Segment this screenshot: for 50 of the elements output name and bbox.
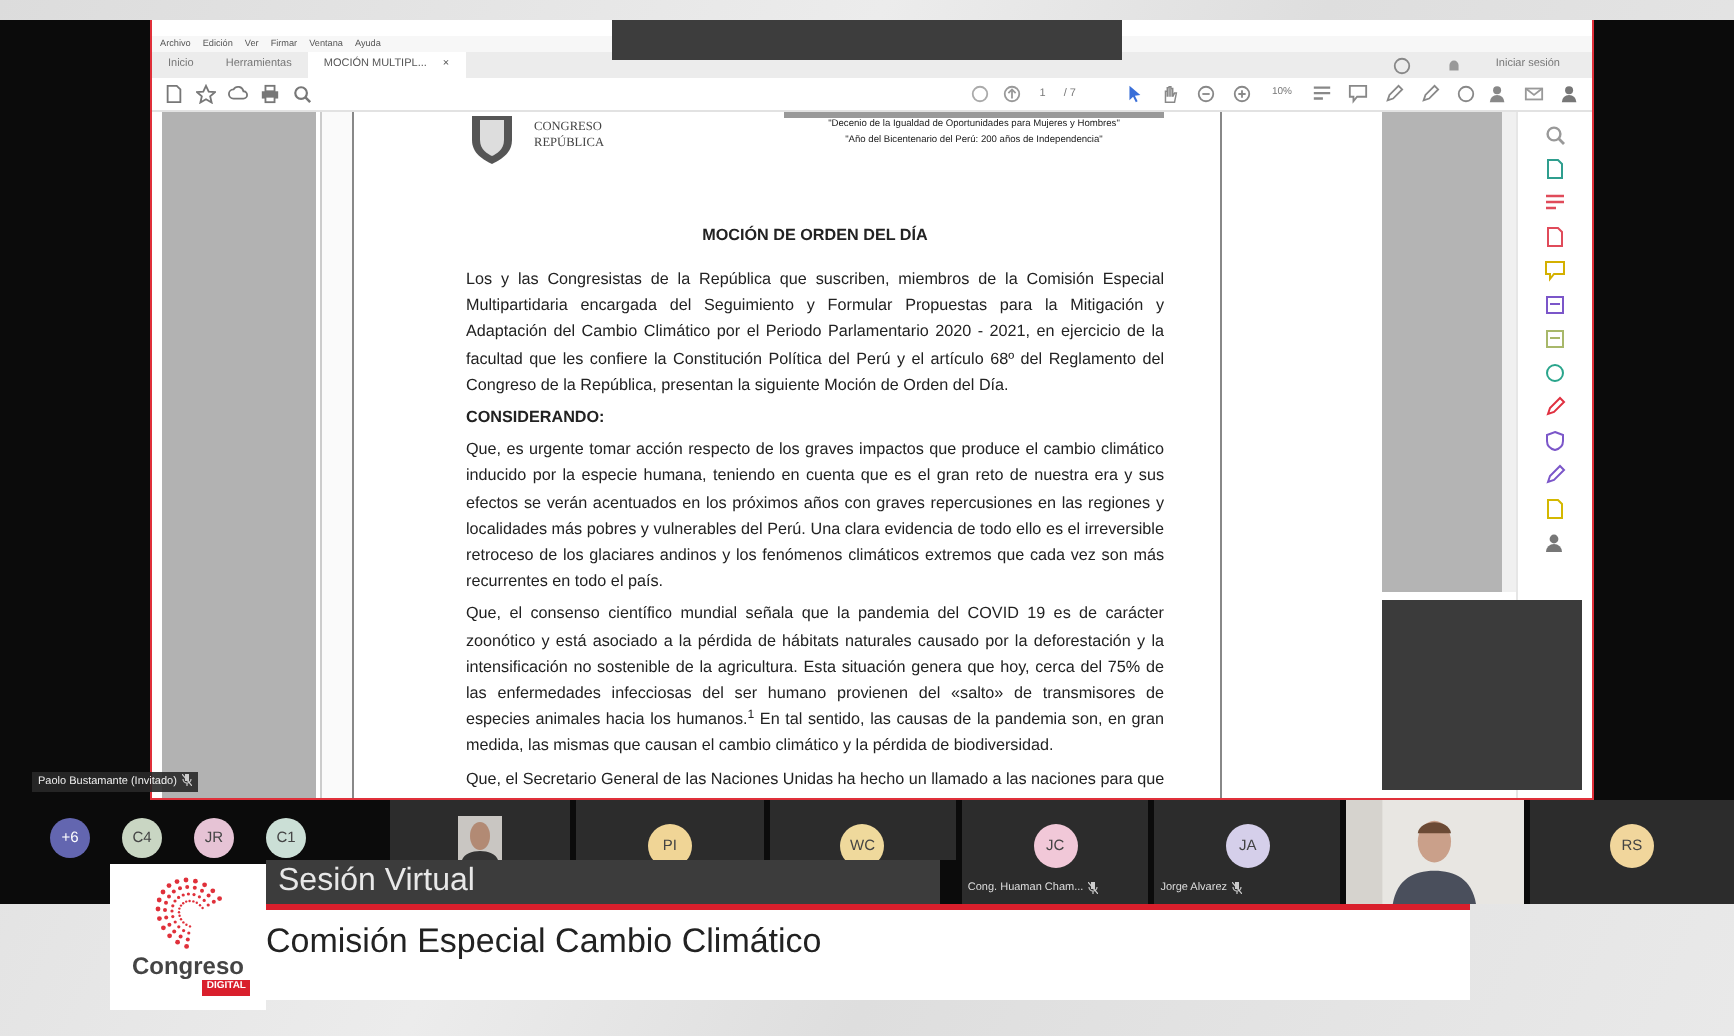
star-icon[interactable] bbox=[196, 84, 216, 104]
pen-icon[interactable] bbox=[1384, 84, 1404, 104]
fit-icon[interactable] bbox=[1312, 84, 1332, 104]
zoom-in-icon[interactable] bbox=[1231, 84, 1252, 104]
paragraph: Que, el consenso científico mundial señala que la pandemia del COVID 19 es de carácter zoonótico y está asociado a la pérdida de hábitats naturales causado por la deforestación y la intensificación no sostenible de la agricultura. Esta situación genera que hoy, cerca del 75% de las enfermedades infecciosas del ser humano provienen del «salto» de transmisores de especies animales hacia los humanos.$^{1}$ En tal sentido, las causas de la pandemia son, en gran medida, las mismas que causan el cambio climático y la pérdida de biodiversidad. bbox=[466, 602, 1164, 759]
search-icon[interactable] bbox=[1543, 124, 1565, 146]
stamp-icon[interactable] bbox=[1456, 84, 1476, 104]
paragraph: Que, es urgente tomar acción respecto de los graves impactos que produce el cambio climático inducido por la especie humana, teniendo en cuenta que es el gran reto de nuestra era y sus efectos se verán acentuados en los próximos años con graves repercusiones en las regiones y localidades más pobres y vulnerables del Perú. Una clara evidencia de todo ello es el irreversible retroceso de los glaciares andinos y los fenómenos climáticos extremos que cada vez son más recurrentes en todo el país. bbox=[466, 438, 1164, 595]
pen-icon[interactable] bbox=[1543, 396, 1565, 418]
print-icon[interactable] bbox=[260, 84, 280, 104]
pointer-icon[interactable] bbox=[1123, 84, 1144, 104]
shield-icon[interactable] bbox=[1543, 430, 1565, 452]
help-icon[interactable] bbox=[1391, 55, 1412, 75]
hand-icon[interactable] bbox=[1159, 84, 1180, 104]
bell-icon[interactable] bbox=[1443, 55, 1464, 75]
caption-subtitle: Comisión Especial Cambio Climático bbox=[266, 910, 1470, 1000]
page-thumbnail[interactable] bbox=[1382, 112, 1502, 592]
paragraph: Los y las Congresistas de la República que suscriben, miembros de la Comisión Especial Multipartidaria encargada del Seguimiento y Formular Propuestas para la Mitigación y Adaptación del Cambio Climático por el Periodo Parlamentario 2020 - 2021, en ejercicio de la facultad que les confiere la Constitución Política del Perú y el artículo 68º del Reglamento del Congreso de la República, presentan la siguiente Moción de Orden del Día. bbox=[466, 268, 1164, 398]
mail-icon[interactable] bbox=[1524, 84, 1544, 104]
participant-tile[interactable] bbox=[389, 800, 571, 860]
logo-text: Congreso bbox=[131, 954, 244, 980]
document-icon[interactable] bbox=[1543, 226, 1565, 248]
circle-icon[interactable] bbox=[1543, 362, 1565, 384]
cloud-icon[interactable] bbox=[228, 84, 248, 104]
document-title: MOCIÓN DE ORDEN DEL DÍA bbox=[700, 224, 930, 246]
save-icon[interactable] bbox=[164, 84, 184, 104]
mic-off-icon bbox=[182, 774, 193, 787]
comment-icon[interactable] bbox=[1543, 260, 1565, 282]
comment-icon[interactable] bbox=[1348, 84, 1368, 104]
document-icon[interactable] bbox=[1543, 158, 1565, 180]
paragraph: Que, el Secretario General de las Naciones Unidas ha hecho un llamado a las naciones para que bbox=[466, 767, 1164, 792]
scrollbar[interactable] bbox=[1502, 112, 1516, 592]
form-icon[interactable] bbox=[1543, 328, 1565, 350]
search-icon[interactable] bbox=[292, 84, 312, 104]
mic-off-icon bbox=[1087, 881, 1098, 894]
section-heading: CONSIDERANDO: bbox=[466, 406, 607, 431]
form-icon[interactable] bbox=[1543, 294, 1565, 316]
person-icon[interactable] bbox=[1560, 84, 1580, 104]
caption-title: Sesión Virtual bbox=[266, 860, 940, 904]
sign-icon[interactable] bbox=[1420, 84, 1440, 104]
help-icon[interactable] bbox=[969, 84, 990, 104]
share-icon[interactable] bbox=[1488, 84, 1508, 104]
document-icon[interactable] bbox=[1543, 498, 1565, 520]
list-icon[interactable] bbox=[1543, 192, 1565, 214]
mic-off-icon bbox=[1231, 881, 1242, 894]
coat-of-arms-icon bbox=[466, 116, 518, 164]
zoom-out-icon[interactable] bbox=[1195, 84, 1216, 104]
pen-icon[interactable] bbox=[1543, 464, 1565, 486]
tool-icon[interactable] bbox=[1543, 532, 1565, 554]
page-up-icon[interactable] bbox=[1001, 84, 1022, 104]
